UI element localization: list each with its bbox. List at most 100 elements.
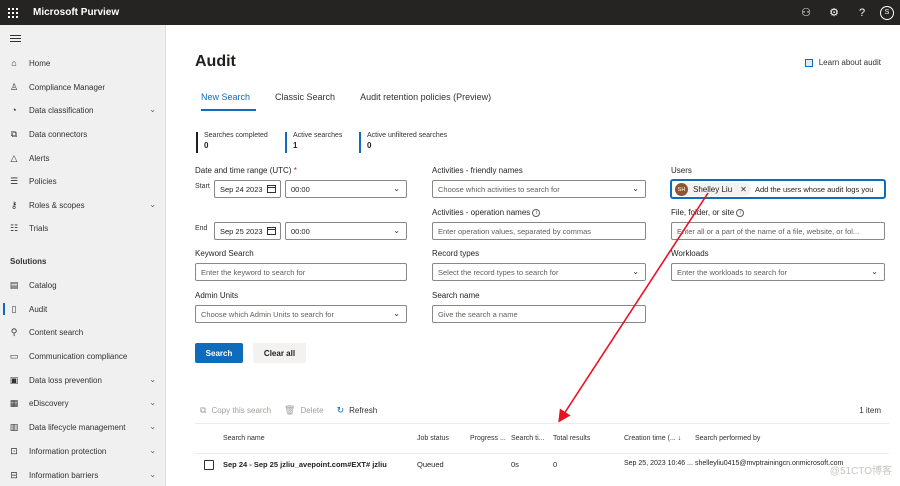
divider	[195, 423, 889, 424]
sidebar-item-data-classification[interactable]: ◔ Data classification ⌄	[0, 100, 166, 120]
sidebar-item-label: eDiscovery	[29, 398, 69, 408]
keyword-search-input[interactable]: Enter the keyword to search for	[195, 263, 407, 281]
tab-audit-retention-policies[interactable]: Audit retention policies (Preview)	[354, 90, 497, 108]
hamburger-icon[interactable]	[10, 35, 21, 44]
column-header-search-time[interactable]: Search ti...	[511, 435, 544, 442]
info-icon[interactable]: i	[532, 208, 541, 217]
chevron-down-icon: ⌄	[393, 309, 400, 318]
sidebar-item-alerts[interactable]: △ Alerts	[0, 148, 166, 168]
copy-search-button[interactable]: ⧉ Copy this search	[200, 405, 271, 416]
clear-all-button[interactable]: Clear all	[253, 343, 306, 363]
activities-operation-input[interactable]: Enter operation values, separated by com…	[432, 222, 646, 240]
delete-button[interactable]: 🗑 Delete	[284, 405, 324, 416]
sidebar-item-label: Content search	[29, 327, 84, 337]
sidebar-item-data-lifecycle-management[interactable]: ▥ Data lifecycle management ⌄	[0, 417, 166, 437]
top-bar: Microsoft Purview ⚇ ⚙ ? S	[0, 0, 900, 25]
sidebar-item-content-search[interactable]: ⚲ Content search	[0, 322, 166, 342]
sidebar-item-compliance-manager[interactable]: ♙ Compliance Manager	[0, 77, 166, 97]
sidebar-item-home[interactable]: ⌂ Home	[0, 53, 166, 73]
sidebar-item-data-loss-prevention[interactable]: ▣ Data loss prevention ⌄	[0, 370, 166, 390]
avatar[interactable]: S	[880, 5, 894, 20]
info-icon[interactable]: i	[736, 208, 745, 217]
sidebar-section-solutions: Solutions	[10, 257, 47, 266]
workloads-select[interactable]: Enter the workloads to search for ⌄	[671, 263, 885, 281]
end-date-picker[interactable]: Sep 25 2023	[214, 222, 281, 240]
sidebar-item-ediscovery[interactable]: ▦ eDiscovery ⌄	[0, 393, 166, 413]
audit-icon: ▯	[11, 303, 17, 314]
sidebar-item-label: Information protection	[29, 446, 107, 456]
sidebar: ⌂ Home ♙ Compliance Manager ◔ Data class…	[0, 25, 166, 486]
settings-icon[interactable]: ⚙	[820, 0, 848, 25]
start-time-select[interactable]: 00:00 ⌄	[285, 180, 407, 198]
calendar-icon[interactable]	[267, 227, 276, 235]
help-icon[interactable]: ?	[848, 0, 876, 25]
sidebar-item-label: Data lifecycle management	[29, 422, 126, 432]
column-header-progress[interactable]: Progress ...	[470, 435, 506, 442]
tab-classic-search[interactable]: Classic Search	[269, 90, 341, 108]
column-header-creation-time[interactable]: Creation time (... ↓	[624, 435, 681, 442]
sidebar-item-label: Communication compliance	[29, 351, 128, 361]
sidebar-item-information-barriers[interactable]: ⊟ Information barriers ⌄	[0, 465, 166, 485]
end-label: End	[195, 225, 208, 232]
chevron-down-icon[interactable]: ⌄	[149, 398, 156, 407]
chevron-down-icon[interactable]: ⌄	[149, 470, 156, 479]
users-input-placeholder[interactable]: Add the users whose audit logs you	[755, 185, 873, 194]
home-icon: ⌂	[11, 58, 17, 68]
file-folder-site-input[interactable]: Enter all or a part of the name of a fil…	[671, 222, 885, 240]
sidebar-item-label: Compliance Manager	[29, 82, 106, 92]
search-icon: ⚲	[10, 326, 18, 337]
column-header-search-name[interactable]: Search name	[223, 435, 265, 442]
workloads-label: Workloads	[671, 249, 709, 258]
ediscovery-icon: ▦	[9, 397, 19, 408]
column-header-search-performed-by[interactable]: Search performed by	[695, 435, 760, 442]
search-button[interactable]: Search	[195, 343, 243, 363]
sidebar-item-catalog[interactable]: ▤ Catalog	[0, 275, 166, 295]
admin-units-label: Admin Units	[195, 291, 239, 300]
sidebar-item-trials[interactable]: ☷ Trials	[0, 218, 166, 238]
activities-friendly-select[interactable]: Choose which activities to search for ⌄	[432, 180, 646, 198]
column-header-job-status[interactable]: Job status	[417, 435, 449, 442]
sidebar-item-audit[interactable]: ▯ Audit	[0, 299, 166, 319]
calendar-icon[interactable]	[267, 185, 276, 193]
chevron-down-icon[interactable]: ⌄	[149, 446, 156, 455]
chevron-down-icon: ⌄	[393, 184, 400, 193]
app-title[interactable]: Microsoft Purview	[33, 7, 119, 18]
sidebar-item-data-connectors[interactable]: ⧉ Data connectors	[0, 124, 166, 144]
results-toolbar: ⧉ Copy this search 🗑 Delete ↻ Refresh	[200, 405, 390, 416]
alert-icon: △	[10, 152, 18, 163]
chevron-down-icon[interactable]: ⌄	[149, 422, 156, 431]
sidebar-item-roles-scopes[interactable]: ⚷ Roles & scopes ⌄	[0, 195, 166, 215]
sidebar-item-information-protection[interactable]: ⊡ Information protection ⌄	[0, 441, 166, 461]
chevron-down-icon: ⌄	[871, 267, 878, 276]
search-name-input[interactable]: Give the search a name	[432, 305, 646, 323]
column-header-total-results[interactable]: Total results	[553, 435, 590, 442]
network-icon[interactable]: ⚇	[792, 0, 820, 25]
chevron-down-icon[interactable]: ⌄	[149, 200, 156, 209]
trials-icon: ☷	[9, 222, 19, 233]
trophy-icon: ♙	[9, 81, 19, 92]
table-row-search-name[interactable]: Sep 24 - Sep 25 jzliu_avepoint.com#EXT# …	[223, 460, 387, 469]
learn-link-label: Learn about audit	[818, 58, 881, 67]
end-time-select[interactable]: 00:00 ⌄	[285, 222, 407, 240]
refresh-button[interactable]: ↻ Refresh	[337, 405, 378, 416]
record-types-select[interactable]: Select the record types to search for ⌄	[432, 263, 646, 281]
admin-units-select[interactable]: Choose which Admin Units to search for ⌄	[195, 305, 407, 323]
sidebar-item-policies[interactable]: ☰ Policies	[0, 171, 166, 191]
app-launcher-icon[interactable]	[0, 0, 25, 25]
chevron-down-icon: ⌄	[632, 267, 639, 276]
chevron-down-icon[interactable]: ⌄	[149, 375, 156, 384]
learn-about-audit-link[interactable]: Learn about audit	[804, 58, 881, 67]
date-range-label: Date and time range (UTC) *	[195, 166, 297, 175]
tab-new-search[interactable]: New Search	[195, 90, 257, 111]
users-label: Users	[671, 166, 692, 175]
close-icon[interactable]: ✕	[740, 185, 747, 194]
connector-icon: ⧉	[10, 128, 18, 139]
main-content: Audit Learn about audit New Search Class…	[166, 25, 900, 486]
start-date-picker[interactable]: Sep 24 2023	[214, 180, 281, 198]
row-checkbox[interactable]	[204, 460, 214, 470]
sidebar-item-label: Data loss prevention	[29, 375, 102, 385]
sidebar-item-communication-compliance[interactable]: ▭ Communication compliance	[0, 346, 166, 366]
sidebar-item-label: Data classification	[29, 105, 94, 115]
chevron-down-icon[interactable]: ⌄	[149, 105, 156, 114]
users-picker[interactable]: SH Shelley Liu ✕ Add the users whose aud…	[671, 180, 885, 198]
